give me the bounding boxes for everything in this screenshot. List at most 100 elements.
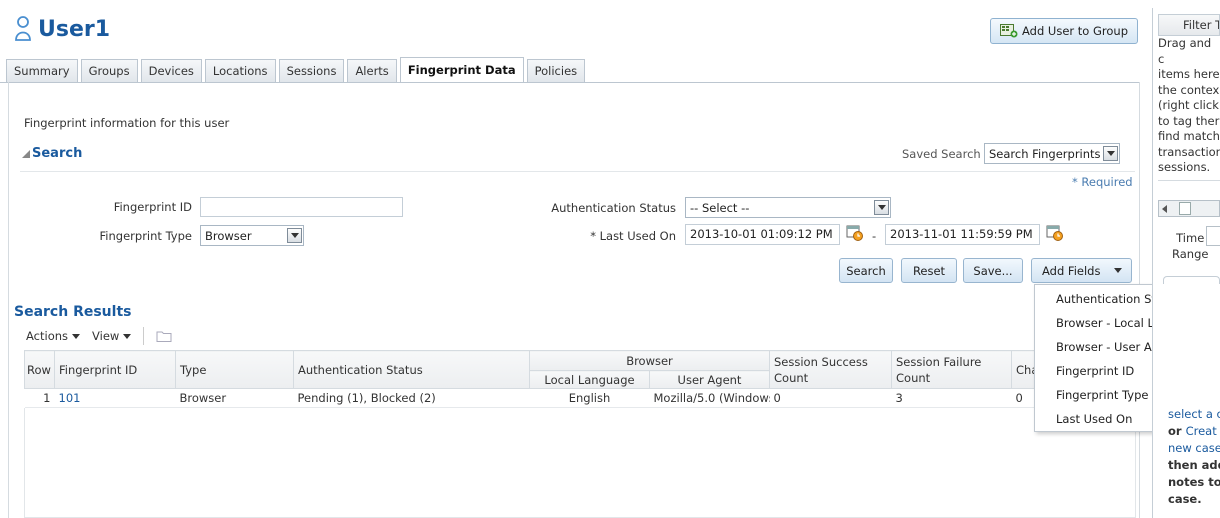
new-case-link[interactable]: new case — [1168, 440, 1220, 457]
page-header: User1 — [14, 12, 110, 46]
col-browser-group: Browser — [529, 350, 770, 371]
calendar-icon[interactable] — [846, 224, 864, 245]
date-from-input[interactable]: 2013-10-01 01:09:12 PM — [685, 224, 840, 245]
col-auth-status[interactable]: Authentication Status — [293, 350, 530, 389]
last-used-label: * Last Used On — [590, 229, 676, 243]
cell-fingerprint-id-link[interactable]: 101 — [54, 388, 176, 408]
select-case-link[interactable]: select a c — [1168, 406, 1220, 423]
saved-search-label: Saved Search — [902, 147, 981, 161]
search-results-title: Search Results — [14, 304, 132, 320]
divider — [1158, 180, 1220, 181]
chevron-down-icon — [123, 334, 132, 339]
instruction-line: sessions. — [1158, 160, 1211, 174]
instruction-line: items here — [1158, 67, 1220, 81]
instruction-line: Drag and c — [1158, 36, 1212, 66]
collapse-icon[interactable] — [22, 150, 30, 158]
col-session-success[interactable]: Session Success Count — [769, 350, 892, 389]
saved-search-value: Search Fingerprints — [989, 146, 1101, 161]
time-range: Time Range — [1172, 230, 1208, 262]
auth-status-select[interactable]: -- Select -- — [685, 197, 891, 218]
fingerprint-type-select[interactable]: Browser — [200, 225, 304, 246]
toolbar-divider — [143, 327, 145, 345]
cell-row: 1 — [24, 388, 55, 408]
col-row[interactable]: Row — [24, 350, 55, 389]
tab-bar: Summary Groups Devices Locations Session… — [6, 57, 588, 82]
divider — [20, 171, 1135, 172]
col-type[interactable]: Type — [175, 350, 294, 389]
actions-menu[interactable]: Actions — [26, 329, 81, 343]
range-label: Range — [1172, 247, 1209, 261]
cell-user-agent: Mozilla/5.0 (Windows — [649, 388, 770, 408]
col-fingerprint-id[interactable]: Fingerprint ID — [54, 350, 176, 389]
instruction-line: find match — [1158, 129, 1220, 143]
instruction-line: (right click — [1158, 98, 1219, 112]
filter-header[interactable]: Filter T — [1158, 14, 1220, 36]
results-toolbar: Actions View — [26, 324, 172, 348]
chevron-down-icon[interactable] — [287, 228, 302, 243]
tab-devices[interactable]: Devices — [140, 59, 202, 82]
chevron-down-icon — [72, 334, 81, 339]
user-icon — [15, 16, 31, 41]
search-button[interactable]: Search — [839, 258, 893, 283]
tab-fingerprint-data[interactable]: Fingerprint Data — [399, 57, 524, 82]
cell-failure: 3 — [891, 388, 1012, 408]
instruction-line: notes to — [1168, 475, 1220, 489]
right-panel-instructions: Drag and c items here the contex (right … — [1158, 36, 1220, 176]
fingerprint-id-label: Fingerprint ID — [113, 200, 192, 214]
folder-icon[interactable] — [156, 329, 172, 343]
fingerprint-type-label: Fingerprint Type — [99, 229, 192, 243]
time-range-select[interactable] — [1206, 226, 1220, 246]
col-session-failure[interactable]: Session Failure Count — [891, 350, 1012, 389]
chevron-down-icon[interactable] — [1103, 146, 1118, 161]
cell-success: 0 — [769, 388, 892, 408]
panel-edge — [1163, 276, 1220, 284]
fingerprint-id-input[interactable] — [200, 197, 403, 217]
cell-local-language: English — [529, 388, 650, 408]
intro-text: Fingerprint information for this user — [24, 116, 230, 130]
col-local-language[interactable]: Local Language — [529, 370, 650, 389]
required-note: * Required — [1072, 175, 1133, 189]
auth-status-value: -- Select -- — [690, 200, 750, 215]
save-button[interactable]: Save... — [963, 258, 1023, 283]
tab-alerts[interactable]: Alerts — [347, 59, 397, 82]
search-heading[interactable]: Search — [32, 146, 82, 161]
reset-button[interactable]: Reset — [901, 258, 957, 283]
chevron-down-icon[interactable] — [874, 200, 889, 215]
calendar-icon[interactable] — [1046, 224, 1064, 245]
add-user-to-group-button[interactable]: Add User to Group — [990, 18, 1138, 44]
add-fields-button[interactable]: Add Fields — [1031, 258, 1132, 283]
instruction-line: transactior — [1158, 144, 1220, 159]
chevron-down-icon — [1114, 268, 1123, 273]
tab-groups[interactable]: Groups — [80, 59, 138, 82]
table-row[interactable]: 1 101 Browser Pending (1), Blocked (2) E… — [24, 388, 1136, 408]
horizontal-scrollbar[interactable] — [1158, 200, 1220, 217]
tab-policies[interactable]: Policies — [526, 59, 586, 82]
add-fields-label: Add Fields — [1042, 263, 1101, 278]
col-user-agent[interactable]: User Agent — [649, 370, 770, 389]
add-user-to-group-label: Add User to Group — [1022, 24, 1128, 38]
instruction-line: to tag ther — [1158, 113, 1220, 128]
create-case-line: or Creat — [1168, 423, 1220, 440]
page-title: User1 — [38, 16, 111, 42]
instruction-line: then add — [1168, 458, 1220, 472]
tab-sessions[interactable]: Sessions — [278, 59, 345, 82]
auth-status-label: Authentication Status — [551, 201, 676, 215]
scroll-thumb[interactable] — [1179, 202, 1191, 215]
results-table: Row Fingerprint ID Type Authentication S… — [24, 350, 1136, 408]
table-empty-area — [24, 408, 1136, 518]
cell-auth-status: Pending (1), Blocked (2) — [293, 388, 530, 408]
cell-type: Browser — [175, 388, 294, 408]
instruction-line: case. — [1168, 492, 1202, 506]
date-separator: - — [872, 229, 877, 243]
chevron-left-icon[interactable] — [1162, 205, 1167, 213]
tab-summary[interactable]: Summary — [6, 59, 78, 82]
saved-search-select[interactable]: Search Fingerprints — [984, 143, 1120, 164]
instruction-line: the contex — [1158, 82, 1220, 97]
or-create-text[interactable]: or Creat — [1168, 424, 1217, 438]
tab-locations[interactable]: Locations — [204, 59, 276, 82]
time-label: Time — [1176, 231, 1205, 245]
view-menu[interactable]: View — [92, 329, 132, 343]
fingerprint-type-value: Browser — [205, 228, 252, 243]
case-instructions: select a c or Creat new case then add no… — [1168, 406, 1220, 508]
date-to-input[interactable]: 2013-11-01 11:59:59 PM — [885, 224, 1040, 245]
